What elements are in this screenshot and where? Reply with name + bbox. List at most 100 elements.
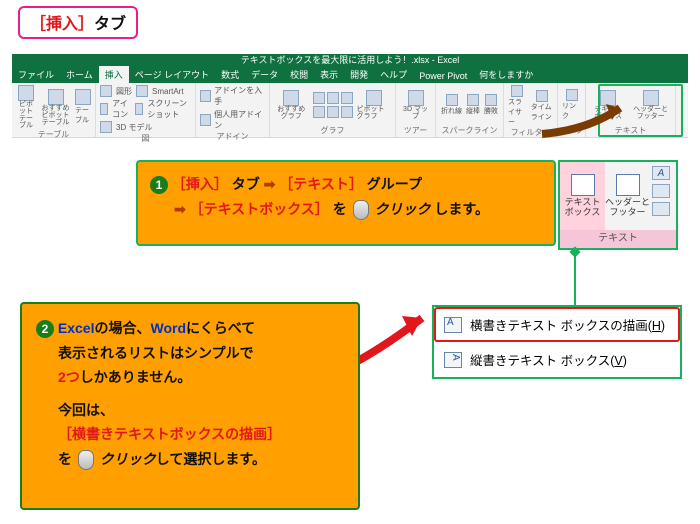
zoom-textbox-button[interactable]: テキスト ボックス <box>560 162 605 230</box>
pivot-reco-icon[interactable] <box>48 89 64 105</box>
tab-file[interactable]: ファイル <box>12 66 60 83</box>
group-tours-label: ツアー <box>404 125 428 137</box>
c2-click: クリック <box>100 451 156 467</box>
arrow-icon: ➡ <box>174 201 186 217</box>
group-addins: アドインを入手 個人用アドイン アドイン <box>196 83 270 137</box>
chart-type-icon[interactable] <box>313 92 325 104</box>
tab-layout[interactable]: ページ レイアウト <box>129 66 215 83</box>
menu-v-accel: V <box>614 354 622 368</box>
step-number-1: 1 <box>150 176 168 194</box>
spark-winloss-label: 勝敗 <box>484 106 498 116</box>
tab-review[interactable]: 校閲 <box>284 66 314 83</box>
icons-icon[interactable] <box>100 103 108 115</box>
reco-chart-icon[interactable] <box>283 90 299 106</box>
c2-l4: 今回は、 <box>36 398 344 423</box>
wordart-icon[interactable]: A <box>652 166 670 180</box>
get-addins-icon[interactable] <box>200 90 211 102</box>
my-addins-icon[interactable] <box>200 114 211 126</box>
tab-data[interactable]: データ <box>245 66 284 83</box>
c2-word: Word <box>150 320 186 336</box>
horizontal-textbox-icon <box>444 317 462 333</box>
pivotchart-label: ピボットグラフ <box>357 106 392 120</box>
table-btn-label: テーブル <box>75 105 91 125</box>
c1-wo: を <box>333 201 347 217</box>
spark-col-icon[interactable] <box>467 94 479 106</box>
spark-line-label: 折れ線 <box>441 106 462 116</box>
group-sparklines: 折れ線 縦棒 勝敗 スパークライン <box>436 83 504 137</box>
chart-type-icon[interactable] <box>341 92 353 104</box>
spark-line-icon[interactable] <box>446 94 458 106</box>
shapes-icon[interactable] <box>100 85 112 97</box>
tab-dev[interactable]: 開発 <box>344 66 374 83</box>
menu-v-pre: 縦書きテキスト ボックス( <box>470 354 614 368</box>
c1-shimasu: します。 <box>434 201 489 217</box>
tab-view[interactable]: 表示 <box>314 66 344 83</box>
spark-col-label: 縦棒 <box>466 106 480 116</box>
menu-vertical-textbox[interactable]: 縦書きテキスト ボックス(V) <box>434 342 680 377</box>
pivotchart-icon[interactable] <box>366 90 382 106</box>
tab-insert[interactable]: 挿入 <box>99 66 129 83</box>
group-illustrations: 図形SmartArt アイコンスクリーンショット 3D モデル 図 <box>96 83 196 137</box>
textbox-dropdown-menu: 横書きテキスト ボックスの描画(H) 縦書きテキスト ボックス(V) <box>432 305 682 379</box>
text-group-zoom: テキスト ボックス ヘッダーと フッター A テキスト <box>558 160 678 250</box>
connector-line <box>574 250 576 305</box>
c2-l2: 表示されるリストはシンプルで <box>36 341 344 366</box>
pivot-icon[interactable] <box>18 85 34 101</box>
zoom-group-label: テキスト <box>560 230 676 248</box>
menu-h-accel: H <box>652 319 661 333</box>
zoom-headerfooter-button[interactable]: ヘッダーと フッター <box>605 162 650 230</box>
group-text: テキスト ボックス ヘッダーと フッター テキスト <box>586 83 676 137</box>
3dmodel-label: 3D モデル <box>116 122 152 133</box>
table-icon[interactable] <box>75 89 91 105</box>
zoom-side-buttons: A <box>650 162 676 230</box>
timeline-icon[interactable] <box>536 90 548 102</box>
group-filters-label: フィルター <box>511 127 551 139</box>
headerfooter-icon[interactable] <box>643 90 659 106</box>
c2-t2: にくらべて <box>186 320 255 336</box>
signature-icon[interactable] <box>652 184 670 198</box>
insert-tab-bracket: ［挿入］ <box>30 16 94 33</box>
c2-two: 2つ <box>58 369 80 385</box>
link-icon[interactable] <box>566 89 578 101</box>
slicer-label: スライサー <box>508 97 527 127</box>
insert-tab-callout: ［挿入］タブ <box>18 6 138 39</box>
spark-winloss-icon[interactable] <box>485 94 497 106</box>
mouse-icon <box>353 200 369 220</box>
chart-type-icon[interactable] <box>313 106 325 118</box>
menu-v-post: ) <box>623 354 627 368</box>
group-filters: スライサー タイムライン フィルター <box>504 83 558 137</box>
slicer-icon[interactable] <box>511 85 523 97</box>
mouse-icon <box>78 450 94 470</box>
reco-chart-label: おすすめグラフ <box>274 106 309 120</box>
tab-help[interactable]: ヘルプ <box>374 66 413 83</box>
tab-formula[interactable]: 数式 <box>215 66 245 83</box>
vertical-textbox-icon <box>444 352 462 368</box>
group-table-label: テーブル <box>38 129 70 141</box>
group-links: リンク リンク <box>558 83 586 137</box>
c2-excel: Excel <box>58 320 95 336</box>
group-addins-label: アドイン <box>217 131 249 143</box>
group-charts: おすすめグラフ ピボットグラフ グラフ <box>270 83 396 137</box>
menu-horizontal-textbox[interactable]: 横書きテキスト ボックスの描画(H) <box>434 307 680 342</box>
chart-type-icon[interactable] <box>341 106 353 118</box>
insert-tab-rest: タブ <box>94 16 126 33</box>
tab-tell[interactable]: 何をしますか <box>473 66 539 83</box>
smartart-icon[interactable] <box>136 85 148 97</box>
group-illustrations-label: 図 <box>142 133 150 145</box>
c1-click: クリック <box>374 201 430 217</box>
screenshot-icon[interactable] <box>135 103 143 115</box>
object-icon[interactable] <box>652 202 670 216</box>
3dmodel-icon[interactable] <box>100 121 112 133</box>
tab-powerpivot[interactable]: Power Pivot <box>413 69 473 83</box>
chart-type-icon[interactable] <box>327 92 339 104</box>
c1-group: グループ <box>367 176 422 192</box>
tab-home[interactable]: ホーム <box>60 66 99 83</box>
chart-type-icon[interactable] <box>327 106 339 118</box>
3dmap-icon[interactable] <box>408 90 424 106</box>
textbox-icon[interactable] <box>600 90 616 106</box>
textbox-icon <box>571 174 595 196</box>
zoom-textbox-label: テキスト ボックス <box>560 198 605 218</box>
screenshot-label: スクリーンショット <box>147 98 191 120</box>
headerfooter-icon <box>616 174 640 196</box>
arrow-icon: ➡ <box>264 176 276 192</box>
